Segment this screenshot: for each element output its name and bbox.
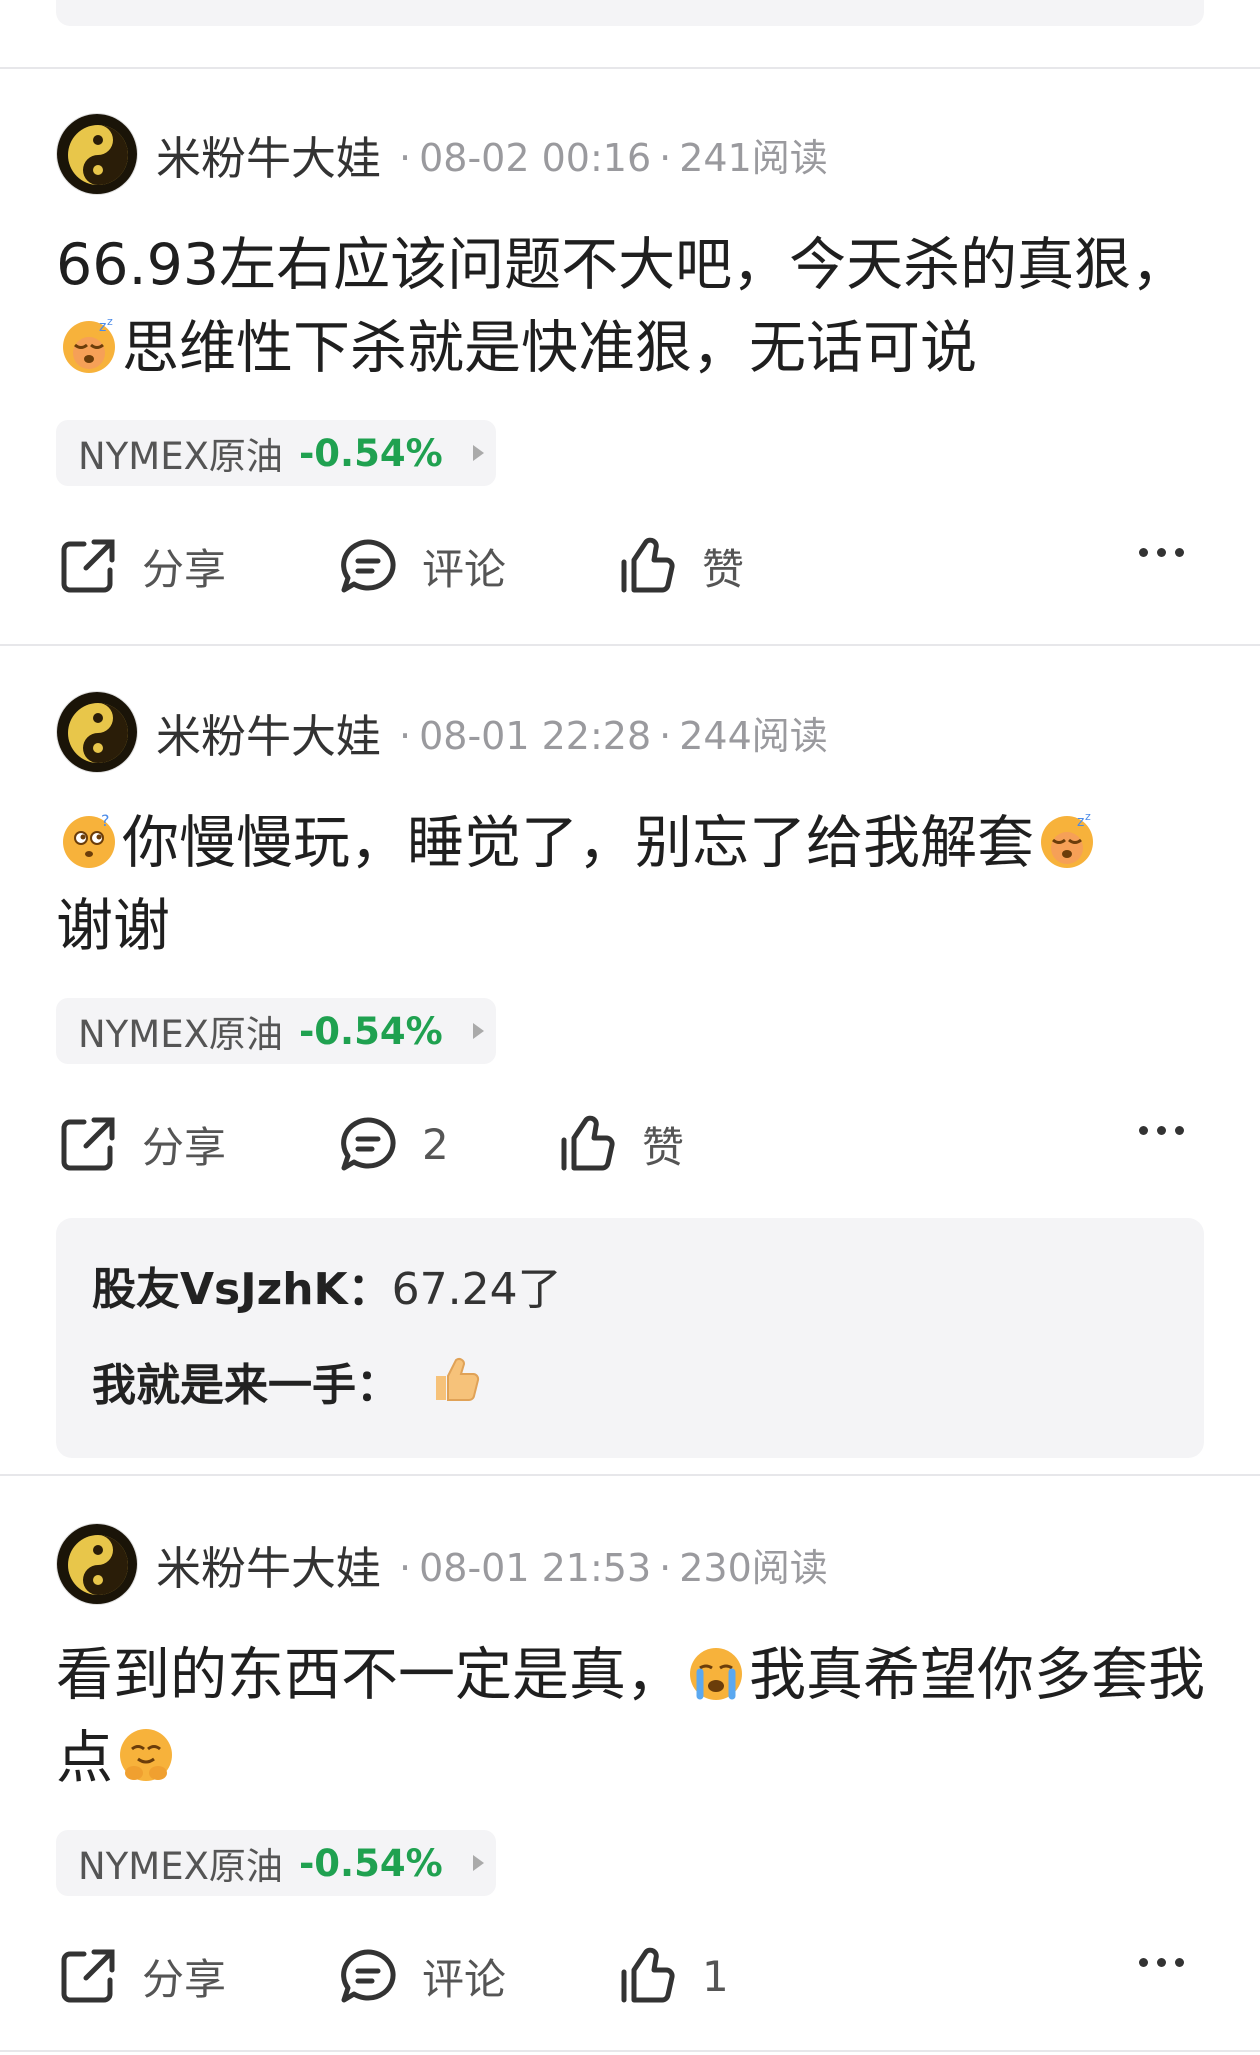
svg-text:z: z [99, 319, 106, 335]
stock-tag[interactable]: NYMEX原油 -0.54% [56, 998, 496, 1064]
action-bar: 分享 评论 赞 [56, 526, 1206, 606]
action-bar: 分享 2 赞 [56, 1104, 1206, 1184]
post-header: 米粉牛大娃 · 08-02 00:16 · 241阅读 [56, 112, 828, 196]
reply-panel[interactable]: 股友VsJzhK：67.24了 我就是来一手： [56, 1218, 1204, 1458]
meta-separator: · [399, 135, 412, 180]
post-text-part: 66.93左右应该问题不大吧，今天杀的真狠， [56, 232, 1189, 298]
stock-name: NYMEX原油 [78, 435, 283, 478]
crying-face-emoji-icon [686, 1642, 746, 1702]
stock-change: -0.54% [298, 431, 443, 475]
chevron-right-icon [472, 1023, 484, 1039]
share-label: 分享 [142, 1122, 227, 1172]
more-options-icon[interactable] [1139, 548, 1184, 557]
stock-name: NYMEX原油 [78, 1845, 283, 1888]
previous-post-panel-edge [56, 0, 1204, 26]
comment-icon [341, 1117, 396, 1171]
reply-author[interactable]: 股友VsJzhK： [92, 1264, 392, 1315]
comment-label: 评论 [422, 1954, 507, 2004]
stock-tag[interactable]: NYMEX原油 -0.54% [56, 420, 496, 486]
stock-change: -0.54% [298, 1009, 443, 1053]
thumbs-up-emoji-icon [424, 1346, 484, 1406]
share-icon [61, 539, 115, 593]
comment-button[interactable]: 评论 [336, 1936, 506, 2016]
like-count: 1 [702, 1951, 729, 2001]
thumbs-up-icon [561, 1115, 615, 1171]
share-icon [61, 1949, 115, 2003]
comment-button[interactable]: 2 [336, 1104, 449, 1184]
author-name[interactable]: 米粉牛大娃 [156, 700, 381, 765]
svg-text:z: z [107, 315, 113, 328]
read-count: 241阅读 [679, 135, 828, 180]
divider [0, 67, 1260, 69]
avatar[interactable] [56, 113, 138, 195]
author-name[interactable]: 米粉牛大娃 [156, 1532, 381, 1597]
thumbs-up-icon [621, 537, 675, 593]
hugging-face-emoji-icon [116, 1725, 176, 1785]
more-options-icon[interactable] [1139, 1958, 1184, 1967]
post-date: 08-01 21:53 [419, 1545, 652, 1590]
post-text[interactable]: 看到的东西不一定是真， 我真希望你多套我点 [56, 1634, 1206, 1800]
chevron-right-icon [472, 445, 484, 461]
thinking-face-emoji-icon: ? [59, 810, 119, 870]
like-label: 赞 [702, 544, 745, 594]
post-meta: · 08-01 21:53 · 230阅读 [391, 1537, 828, 1592]
stock-name: NYMEX原油 [78, 1013, 283, 1056]
divider [0, 1474, 1260, 1476]
post-date: 08-02 00:16 [419, 135, 652, 180]
avatar[interactable] [56, 1523, 138, 1605]
post-text[interactable]: ? 你慢慢玩，睡觉了，别忘了给我解套 z z 谢谢 [56, 802, 1206, 968]
comment-icon [341, 539, 396, 593]
avatar[interactable] [56, 691, 138, 773]
reply-item[interactable]: 股友VsJzhK：67.24了 [92, 1242, 1168, 1338]
share-label: 分享 [142, 1954, 227, 2004]
meta-separator: · [659, 1545, 672, 1590]
thumbs-up-icon [621, 1947, 675, 2003]
meta-separator: · [399, 713, 412, 758]
meta-separator: · [659, 135, 672, 180]
action-bar: 分享 评论 1 [56, 1936, 1206, 2016]
svg-text:z: z [1077, 814, 1084, 830]
post-text-part: 你慢慢玩，睡觉了，别忘了给我解套 [122, 810, 1034, 876]
post-text[interactable]: 66.93左右应该问题不大吧，今天杀的真狠， z z 思维性下杀就是快准狠，无话可说 [56, 224, 1206, 390]
share-button[interactable]: 分享 [56, 1104, 226, 1184]
comment-icon [341, 1949, 396, 2003]
post-text-part: 谢谢 [56, 893, 170, 959]
stock-tag[interactable]: NYMEX原油 -0.54% [56, 1830, 496, 1896]
comment-button[interactable]: 评论 [336, 526, 506, 606]
post-text-part: 看到的东西不一定是真， [56, 1642, 683, 1708]
like-label: 赞 [642, 1122, 685, 1172]
reply-text: 67.24了 [391, 1264, 562, 1315]
meta-separator: · [399, 1545, 412, 1590]
divider [0, 2050, 1260, 2052]
stock-change: -0.54% [298, 1841, 443, 1885]
meta-separator: · [659, 713, 672, 758]
divider [0, 644, 1260, 646]
more-options-icon[interactable] [1139, 1126, 1184, 1135]
author-name[interactable]: 米粉牛大娃 [156, 122, 381, 187]
share-button[interactable]: 分享 [56, 1936, 226, 2016]
post-header: 米粉牛大娃 · 08-01 21:53 · 230阅读 [56, 1522, 828, 1606]
chevron-right-icon [472, 1855, 484, 1871]
read-count: 230阅读 [679, 1545, 828, 1590]
share-icon [61, 1117, 115, 1171]
comment-label: 评论 [422, 544, 507, 594]
comment-count: 2 [422, 1119, 449, 1169]
svg-text:?: ? [101, 811, 110, 830]
reply-item[interactable]: 我就是来一手： [92, 1338, 1168, 1434]
sleeping-face-emoji-icon: zz [1037, 810, 1097, 870]
like-button[interactable]: 1 [616, 1936, 729, 2016]
like-button[interactable]: 赞 [556, 1104, 684, 1184]
read-count: 244阅读 [679, 713, 828, 758]
share-button[interactable]: 分享 [56, 526, 226, 606]
reply-author[interactable]: 我就是来一手： [92, 1360, 400, 1411]
svg-text:z: z [1085, 810, 1091, 823]
share-label: 分享 [142, 544, 227, 594]
sleeping-face-emoji-icon: zz [59, 315, 119, 375]
post-meta: · 08-02 00:16 · 241阅读 [391, 127, 828, 182]
post-meta: · 08-01 22:28 · 244阅读 [391, 705, 828, 760]
post-date: 08-01 22:28 [419, 713, 652, 758]
post-text-part: 思维性下杀就是快准狠，无话可说 [122, 315, 977, 381]
like-button[interactable]: 赞 [616, 526, 744, 606]
post-header: 米粉牛大娃 · 08-01 22:28 · 244阅读 [56, 690, 828, 774]
